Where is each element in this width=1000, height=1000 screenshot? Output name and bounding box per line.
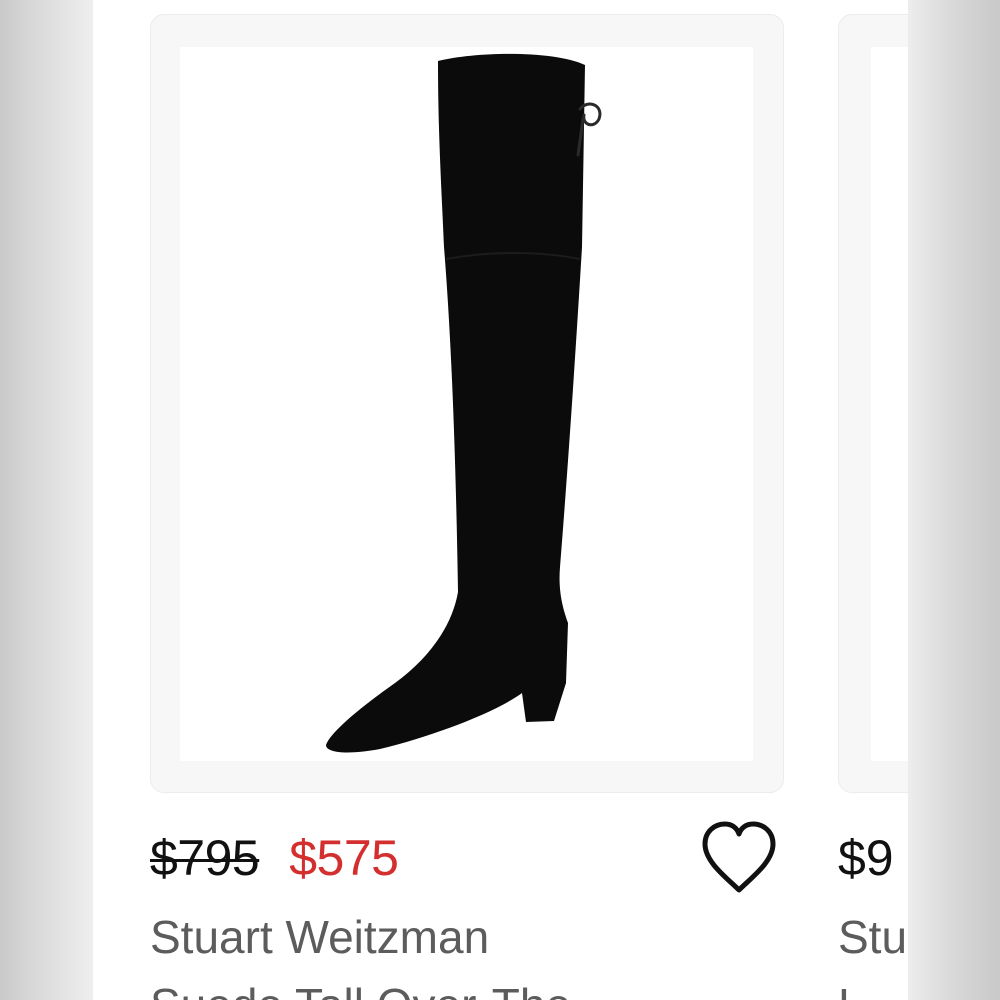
product-image-frame[interactable]: [150, 14, 784, 793]
product-title-next-line-2[interactable]: L: [838, 978, 864, 1000]
sale-price: $575: [289, 830, 399, 886]
product-image-next[interactable]: [871, 47, 908, 761]
left-blurred-gutter: [0, 0, 93, 1000]
listing-grid: $795 $575 Stuart Weitzman Suede Tall Ove…: [93, 0, 908, 1000]
product-image[interactable]: [180, 47, 753, 761]
product-image-frame-next[interactable]: [838, 14, 908, 793]
price-row-next: $9: [838, 823, 894, 893]
boot-shaft: [326, 53, 585, 753]
product-title-next[interactable]: Stu: [838, 910, 907, 964]
product-title[interactable]: Stuart Weitzman: [150, 910, 489, 964]
original-price: $795: [150, 830, 260, 886]
boot-image: [326, 53, 602, 753]
price-row: $795 $575: [150, 823, 399, 893]
heart-outline-icon: [702, 821, 776, 893]
current-price-next: $9: [838, 830, 894, 886]
like-button[interactable]: [697, 818, 781, 898]
right-blurred-gutter: [908, 0, 1000, 1000]
product-title-line-2[interactable]: Suede Tall Over-The: [150, 978, 571, 1000]
